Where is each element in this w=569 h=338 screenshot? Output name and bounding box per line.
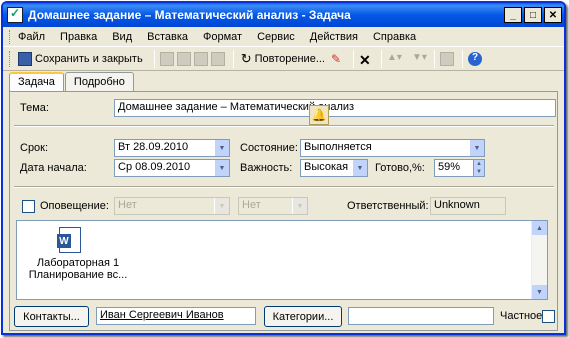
- assign-task-icon[interactable]: ✎: [331, 52, 345, 66]
- spin-up-icon[interactable]: ▲: [476, 161, 482, 167]
- reminder-time-select[interactable]: Нет ▼: [238, 197, 308, 215]
- previous-item-icon[interactable]: ▲▾: [387, 52, 402, 66]
- menu-bar: Файл Правка Вид Вставка Формат Сервис Де…: [3, 27, 564, 47]
- paste-icon[interactable]: [193, 51, 208, 66]
- status-value: Выполняется: [304, 141, 372, 153]
- attach-icon[interactable]: [210, 51, 225, 66]
- chevron-down-icon[interactable]: ▼: [352, 160, 367, 176]
- window-title: Домашнее задание – Математический анализ…: [28, 8, 351, 22]
- toolbar-separator: [462, 49, 463, 68]
- task-app-icon: [7, 6, 23, 23]
- save-close-button[interactable]: Сохранить и закрыть: [16, 49, 145, 69]
- notes-scrollbar[interactable]: ▲ ▼: [531, 221, 547, 299]
- scroll-up-icon[interactable]: ▲: [532, 221, 547, 235]
- percent-complete-label: Готово,%:: [375, 162, 425, 174]
- owner-field: Unknown: [430, 197, 506, 215]
- private-label: Частное: [500, 310, 543, 322]
- reminder-sound-icon[interactable]: 🔔: [309, 105, 329, 125]
- divider: [14, 125, 554, 127]
- menu-actions[interactable]: Действия: [310, 31, 358, 43]
- cut-icon[interactable]: [159, 51, 174, 66]
- start-date-field[interactable]: Ср 08.09.2010 ▼: [114, 159, 230, 177]
- scroll-down-icon[interactable]: ▼: [532, 285, 547, 299]
- subject-label: Тема:: [20, 102, 49, 114]
- due-date-value: Вт 28.09.2010: [118, 141, 189, 153]
- menu-file[interactable]: Файл: [18, 31, 45, 43]
- menu-format[interactable]: Формат: [203, 31, 242, 43]
- due-date-field[interactable]: Вт 28.09.2010 ▼: [114, 139, 230, 157]
- subject-field[interactable]: Домашнее задание – Математический анализ: [114, 99, 556, 117]
- recurrence-button[interactable]: ↻ Повторение...: [239, 49, 327, 69]
- reminder-date-select[interactable]: Нет ▼: [114, 197, 230, 215]
- title-bar[interactable]: Домашнее задание – Математический анализ…: [3, 3, 564, 27]
- menu-grip[interactable]: [9, 29, 12, 44]
- start-date-label: Дата начала:: [20, 162, 87, 174]
- due-date-label: Срок:: [20, 142, 49, 154]
- word-document-icon[interactable]: [57, 227, 81, 253]
- private-checkbox[interactable]: [542, 310, 555, 323]
- reminder-time-value: Нет: [242, 199, 261, 211]
- priority-label: Важность:: [240, 162, 293, 174]
- chevron-down-icon[interactable]: ▼: [214, 160, 229, 176]
- attachment-name-line1: Лабораторная 1: [36, 257, 120, 269]
- menu-view[interactable]: Вид: [112, 31, 132, 43]
- tab-strip: Задача Подробно: [9, 72, 135, 93]
- contacts-field[interactable]: Иван Сергеевич Иванов: [96, 307, 256, 325]
- delete-icon[interactable]: ✕: [359, 52, 373, 68]
- tab-task[interactable]: Задача: [9, 72, 64, 93]
- close-button[interactable]: ✕: [544, 7, 562, 23]
- chevron-down-icon[interactable]: ▼: [469, 140, 484, 156]
- priority-select[interactable]: Высокая ▼: [300, 159, 368, 177]
- owner-label: Ответственный:: [347, 200, 429, 212]
- percent-complete-field[interactable]: 59%: [434, 159, 474, 177]
- categories-field[interactable]: [348, 307, 494, 325]
- reminder-label: Оповещение:: [40, 200, 109, 212]
- status-label: Состояние:: [240, 142, 298, 154]
- next-item-icon[interactable]: ▼▾: [412, 52, 427, 66]
- address-book-icon[interactable]: [440, 51, 454, 66]
- chevron-down-icon[interactable]: ▼: [214, 198, 229, 214]
- chevron-down-icon[interactable]: ▼: [292, 198, 307, 214]
- categories-button[interactable]: Категории...: [264, 306, 342, 327]
- toolbar-separator: [434, 49, 435, 68]
- attachment-item[interactable]: Лабораторная 1 Планирование вс...: [23, 257, 133, 281]
- menu-edit[interactable]: Правка: [60, 31, 97, 43]
- toolbar-grip[interactable]: [9, 50, 12, 67]
- contacts-button[interactable]: Контакты...: [14, 306, 89, 327]
- toolbar-separator: [353, 49, 354, 68]
- menu-help[interactable]: Справка: [373, 31, 416, 43]
- task-panel: Тема: Домашнее задание – Математический …: [9, 91, 558, 331]
- divider: [14, 186, 554, 188]
- percent-spinner[interactable]: ▲ ▼: [473, 159, 485, 177]
- chevron-down-icon[interactable]: ▼: [214, 140, 229, 156]
- priority-value: Высокая: [304, 161, 349, 173]
- toolbar-separator: [153, 49, 155, 68]
- toolbar-separator: [381, 49, 382, 68]
- status-select[interactable]: Выполняется ▼: [300, 139, 485, 157]
- help-icon[interactable]: ?: [468, 51, 482, 66]
- minimize-button[interactable]: _: [504, 7, 522, 23]
- recurrence-icon: ↻: [240, 50, 252, 66]
- spin-down-icon[interactable]: ▼: [476, 169, 482, 175]
- toolbar-separator: [232, 49, 234, 68]
- menu-tools[interactable]: Сервис: [257, 31, 295, 43]
- maximize-button[interactable]: □: [524, 7, 542, 23]
- notes-attachment-area[interactable]: Лабораторная 1 Планирование вс... ▲ ▼: [16, 220, 548, 300]
- menu-insert[interactable]: Вставка: [147, 31, 188, 43]
- task-window: Домашнее задание – Математический анализ…: [1, 1, 566, 335]
- reminder-checkbox[interactable]: [22, 200, 35, 213]
- start-date-value: Ср 08.09.2010: [118, 161, 191, 173]
- copy-icon[interactable]: [176, 51, 191, 66]
- save-close-label: Сохранить и закрыть: [35, 52, 143, 65]
- save-icon: [18, 51, 32, 66]
- reminder-date-value: Нет: [118, 199, 137, 211]
- attachment-name-line2: Планирование вс...: [28, 269, 128, 281]
- tab-details[interactable]: Подробно: [64, 72, 134, 92]
- standard-toolbar: Сохранить и закрыть ↻ Повторение... ✎ ✕ …: [3, 47, 564, 71]
- recurrence-label: Повторение...: [254, 52, 325, 65]
